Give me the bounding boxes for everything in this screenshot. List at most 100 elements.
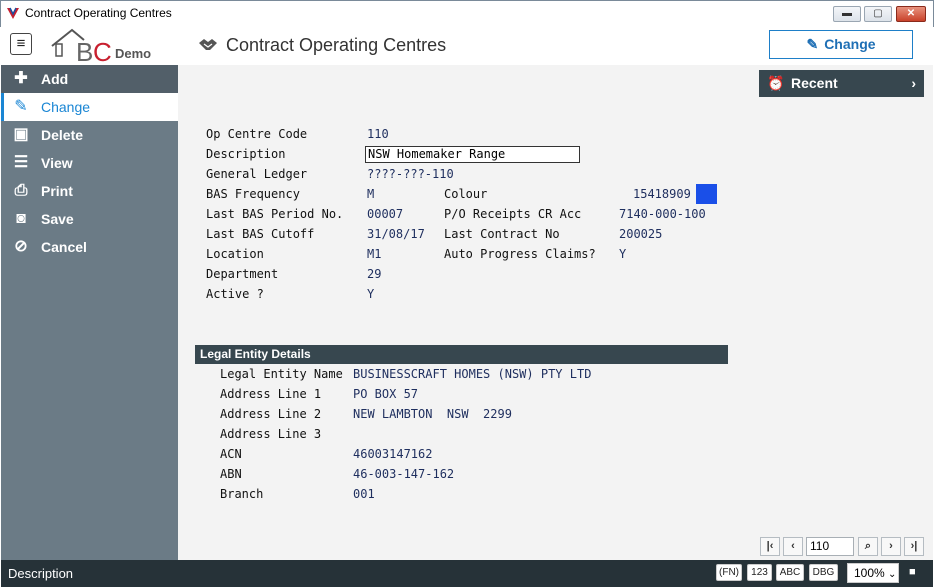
search-icon: ⌕ (864, 540, 872, 552)
general-ledger-label: General Ledger (206, 167, 308, 181)
recent-button[interactable]: ⏰ Recent › (759, 70, 924, 97)
handshake-icon (199, 39, 217, 50)
sidebar-item-change[interactable]: ✎ Change (1, 93, 178, 121)
active-label: Active ? (206, 287, 264, 301)
last-bas-cutoff-label: Last BAS Cutoff (206, 227, 315, 241)
page-title: Contract Operating Centres (226, 35, 447, 55)
debug-button[interactable]: DBG (809, 564, 838, 581)
address2-label: Address Line 2 (220, 407, 322, 421)
abn-value: 46-003-147-162 (353, 467, 455, 481)
chevron-down-icon: ⌄ (888, 569, 897, 580)
last-contract-value: 200025 (619, 227, 663, 241)
sidebar-item-delete[interactable]: ▣ Delete (1, 121, 178, 149)
last-bas-cutoff-value: 31/08/17 (367, 227, 425, 241)
fn-button[interactable]: (FN) (716, 564, 742, 581)
description-label: Description (206, 147, 286, 161)
maximize-button[interactable]: ▢ (864, 6, 892, 22)
zoom-select[interactable]: 100% ⌄ (847, 563, 899, 583)
zoom-value: 100% (854, 566, 885, 580)
location-value: M1 (367, 247, 382, 261)
sidebar-item-label: Add (41, 71, 69, 87)
change-button-label: Change (824, 36, 876, 52)
po-receipts-label: P/O Receipts CR Acc (444, 207, 582, 221)
department-value: 29 (367, 267, 382, 281)
record-input[interactable]: 110 (806, 537, 854, 556)
hamburger-menu-button[interactable]: ≡ (10, 33, 32, 55)
sidebar-item-label: Cancel (41, 239, 87, 255)
status-text: Description (8, 566, 74, 581)
active-value: Y (367, 287, 375, 301)
pencil-icon: ✎ (14, 98, 28, 115)
address2-value: NEW LAMBTON NSW 2299 (353, 407, 512, 421)
trash-icon: ▣ (13, 126, 29, 143)
logo-demo-label: Demo (115, 46, 152, 61)
branch-value: 001 (353, 487, 375, 501)
minimize-button[interactable]: ▬ (833, 6, 861, 22)
op-centre-code-label: Op Centre Code (206, 127, 308, 141)
close-icon: ✕ (906, 8, 916, 19)
address1-value: PO BOX 57 (353, 387, 419, 401)
department-label: Department (206, 267, 279, 281)
list-icon: ☰ (13, 154, 29, 171)
alarm-clock-icon: ⏰ (767, 75, 785, 91)
first-record-button[interactable]: |‹ (760, 537, 780, 556)
op-centre-code-value: 110 (367, 127, 389, 141)
last-contract-label: Last Contract No (444, 227, 560, 241)
abn-label: ABN (220, 467, 242, 481)
recent-label: Recent (791, 75, 838, 91)
close-button[interactable]: ✕ (896, 6, 926, 22)
previous-record-button[interactable]: ‹ (783, 537, 803, 556)
chevron-left-icon: ‹ (791, 540, 795, 552)
location-label: Location (206, 247, 264, 261)
address3-label: Address Line 3 (220, 427, 322, 441)
sidebar-item-label: Print (41, 183, 73, 199)
change-button[interactable]: ✎ Change (769, 30, 913, 59)
colour-label: Colour (444, 187, 488, 201)
search-record-button[interactable]: ⌕ (858, 537, 878, 556)
cancel-icon: ⊘ (14, 238, 28, 255)
po-receipts-value: 7140-000-100 (619, 207, 706, 221)
first-icon: |‹ (766, 540, 774, 552)
branch-label: Branch (220, 487, 264, 501)
sidebar-item-view[interactable]: ☰ View (1, 149, 178, 177)
printer-icon: ⎙ (14, 182, 28, 199)
sidebar-item-save[interactable]: ◙ Save (1, 205, 178, 233)
svg-text:B: B (76, 37, 93, 62)
legal-entity-header: Legal Entity Details (195, 345, 728, 364)
grid-icon[interactable]: ■ (909, 566, 916, 578)
last-icon: ›| (910, 540, 918, 552)
auto-progress-value: Y (619, 247, 627, 261)
last-record-button[interactable]: ›| (904, 537, 924, 556)
description-input[interactable]: NSW Homemaker Range (365, 146, 580, 163)
entity-name-value: BUSINESSCRAFT HOMES (NSW) PTY LTD (353, 367, 592, 381)
sidebar-item-label: Save (41, 211, 74, 227)
pencil-icon: ✎ (806, 36, 819, 52)
numeric-button[interactable]: 123 (747, 564, 772, 581)
floppy-icon: ◙ (16, 210, 26, 227)
abc-button[interactable]: ABC (776, 564, 804, 581)
sidebar-item-print[interactable]: ⎙ Print (1, 177, 178, 205)
sidebar-item-add[interactable]: ✚ Add (1, 65, 178, 93)
acn-label: ACN (220, 447, 242, 461)
svg-text:C: C (93, 37, 112, 62)
auto-progress-label: Auto Progress Claims? (444, 247, 596, 261)
acn-value: 46003147162 (353, 447, 433, 461)
chevron-right-icon: › (911, 75, 916, 91)
last-bas-period-value: 00007 (367, 207, 404, 221)
chevron-right-icon: › (889, 540, 893, 552)
sidebar-item-cancel[interactable]: ⊘ Cancel (1, 233, 178, 261)
sidebar-item-label: Delete (41, 127, 84, 143)
next-record-button[interactable]: › (881, 537, 901, 556)
sidebar-item-label: View (41, 155, 73, 171)
bas-frequency-label: BAS Frequency (206, 187, 300, 201)
address1-label: Address Line 1 (220, 387, 322, 401)
general-ledger-value: ????-???-110 (367, 167, 454, 181)
colour-swatch[interactable] (696, 184, 717, 204)
plus-icon: ✚ (14, 70, 28, 87)
bas-frequency-value: M (367, 187, 375, 201)
entity-name-label: Legal Entity Name (220, 367, 343, 381)
menu-icon: ≡ (16, 35, 26, 52)
app-icon (7, 7, 19, 19)
maximize-icon: ▢ (873, 8, 883, 19)
colour-value: 15418909 (633, 187, 691, 201)
